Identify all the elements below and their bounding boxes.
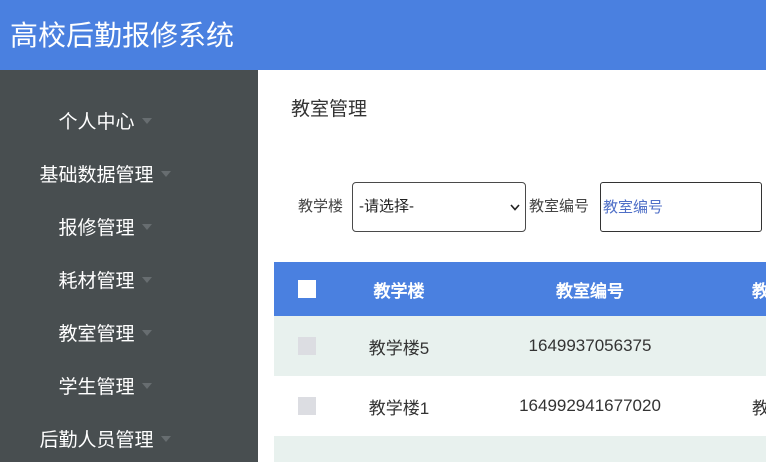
sidebar-item-basic-data[interactable]: 基础数据管理 (0, 156, 258, 196)
sidebar-item-label: 后勤人员管理 (39, 430, 154, 451)
building-filter-label: 教学楼 (298, 198, 344, 215)
table-header: 教学楼 教室编号 教 (274, 262, 766, 316)
sidebar-item-repair[interactable]: 报修管理 (0, 209, 258, 249)
caret-down-icon (141, 223, 152, 230)
caret-down-icon (141, 329, 152, 336)
header-checkbox-cell (274, 262, 340, 316)
cell-text: 164992941677020 (519, 396, 661, 415)
caret-down-icon (141, 276, 152, 283)
row-checkbox-cell (274, 376, 340, 436)
main-content: 教室管理 教学楼 -请选择- 教室编号 教学楼 教室编号 教 教学楼5 1649… (258, 70, 766, 462)
sidebar-item-students[interactable]: 学生管理 (0, 368, 258, 408)
app-header: 高校后勤报修系统 (0, 0, 766, 70)
cell-col3: 教 (722, 376, 766, 436)
room-no-filter-label: 教室编号 (529, 198, 590, 215)
sidebar-item-label: 学生管理 (58, 377, 135, 398)
cell-text: 1649937056375 (528, 336, 652, 355)
cell-col3 (722, 316, 766, 376)
caret-down-icon (141, 117, 152, 124)
caret-down-icon (160, 170, 171, 177)
caret-down-icon (141, 382, 152, 389)
cell-room-no: 164992941677020 (458, 376, 722, 436)
column-header-3: 教 (722, 262, 766, 316)
column-header-label: 教 (752, 281, 766, 301)
cell-building: 教学楼5 (340, 316, 458, 376)
building-select[interactable]: -请选择- (352, 182, 526, 232)
sidebar-item-label: 个人中心 (58, 112, 135, 133)
sidebar-item-label: 基础数据管理 (39, 165, 154, 186)
column-header-label: 教室编号 (556, 281, 624, 301)
sidebar-item-classrooms[interactable]: 教室管理 (0, 315, 258, 355)
row-checkbox[interactable] (298, 337, 316, 355)
table-row: 教学楼5 1649937056375 (274, 316, 766, 376)
chevron-down-icon (510, 204, 520, 211)
column-header-building: 教学楼 (340, 262, 458, 316)
sidebar-item-label: 耗材管理 (58, 271, 135, 292)
classroom-table: 教学楼 教室编号 教 教学楼5 1649937056375 教学楼1 16499… (274, 262, 766, 462)
row-checkbox-cell (274, 316, 340, 376)
cell-text: 教学楼5 (368, 338, 430, 358)
sidebar-item-logistics-staff[interactable]: 后勤人员管理 (0, 421, 258, 461)
sidebar-item-personal-center[interactable]: 个人中心 (0, 103, 258, 143)
caret-down-icon (160, 435, 171, 442)
sidebar-item-label: 教室管理 (58, 324, 135, 345)
table-row (274, 436, 766, 462)
sidebar: 个人中心 基础数据管理 报修管理 耗材管理 教室管理 学生管理 后勤人员管理 (0, 70, 258, 462)
room-no-input[interactable] (600, 182, 762, 232)
row-checkbox[interactable] (298, 397, 316, 415)
app-title: 高校后勤报修系统 (10, 20, 235, 51)
page-title: 教室管理 (291, 99, 368, 120)
select-all-checkbox[interactable] (298, 280, 316, 298)
cell-building: 教学楼1 (340, 376, 458, 436)
cell-room-no: 1649937056375 (458, 316, 722, 376)
column-header-label: 教学楼 (373, 281, 425, 301)
cell-text: 教学楼1 (368, 398, 430, 418)
sidebar-item-consumables[interactable]: 耗材管理 (0, 262, 258, 302)
table-row: 教学楼1 164992941677020 教 (274, 376, 766, 436)
column-header-room-no: 教室编号 (458, 262, 722, 316)
cell-text: 教 (752, 398, 766, 418)
sidebar-item-label: 报修管理 (58, 218, 135, 239)
building-select-value: -请选择- (359, 198, 414, 215)
